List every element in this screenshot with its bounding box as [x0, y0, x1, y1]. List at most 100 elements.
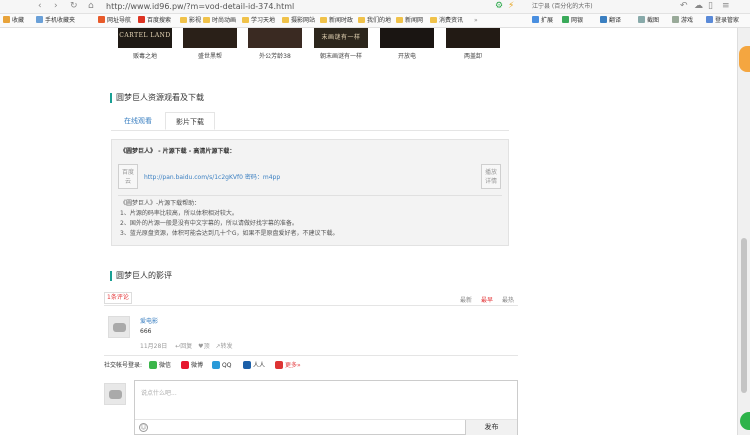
comment-bubble-icon	[109, 390, 122, 399]
comment-meta: 11月28日 ↩回复 ♥顶 ↗转发	[140, 343, 233, 350]
movie-poster[interactable]: 末画谜有一样	[314, 28, 368, 48]
folder-icon	[282, 17, 289, 23]
bookmark-item[interactable]: 百度搜索	[138, 16, 171, 26]
download-box: 《圆梦巨人》 - 片源下载 - 高清片源下载： 百度 云 http://pan.…	[111, 139, 509, 246]
post-button[interactable]: 发布	[465, 420, 517, 435]
folder-icon	[203, 17, 210, 23]
movie-poster[interactable]	[446, 28, 500, 48]
menu-icon[interactable]: ≡	[722, 1, 730, 12]
translate-button[interactable]: 翻译	[600, 16, 621, 26]
tab-download[interactable]: 影片下载	[165, 112, 215, 130]
nav-site-icon	[98, 16, 105, 23]
divider	[104, 355, 518, 356]
share-weibo[interactable]: 微博	[181, 361, 203, 371]
tab-online[interactable]: 在线观看	[111, 112, 165, 130]
game-icon	[672, 16, 679, 23]
movie-title[interactable]: 两盖卸	[433, 51, 513, 60]
extension-button[interactable]: 扩展	[532, 16, 553, 26]
movie-poster[interactable]	[248, 28, 302, 48]
comment-bubble-icon	[113, 323, 126, 332]
emoji-icon[interactable]: ☺	[139, 423, 148, 432]
phone-icon	[36, 16, 43, 23]
bookmark-folder[interactable]: 影视	[180, 16, 201, 26]
user-icon	[706, 16, 713, 23]
weibo-icon	[181, 361, 189, 369]
bookmark-folder[interactable]: 摄影网站	[282, 16, 315, 26]
movie-poster[interactable]	[380, 28, 434, 48]
help-line: 1、片源的码率比较高，所以体积相对较大。	[120, 210, 238, 217]
undo-icon[interactable]: ↶	[680, 1, 688, 12]
bookmark-folder[interactable]: 消费资讯	[430, 16, 463, 26]
address-bar[interactable]: http://www.id96.pw/?m=vod-detail-id-374.…	[106, 1, 294, 12]
repost-button[interactable]: 转发	[221, 343, 233, 350]
play-details-button[interactable]: 播放 详情	[481, 164, 501, 189]
home-icon[interactable]: ⌂	[88, 1, 94, 12]
folder-icon	[396, 17, 403, 23]
forward-icon[interactable]: ›	[54, 1, 58, 12]
bookmark-folder[interactable]: 我们的地	[358, 16, 391, 26]
movie-poster[interactable]	[183, 28, 237, 48]
help-line: 3、蓝光原盘资源，体积可能会达到几十个G，如果不是原盘爱好者，不建议下载。	[120, 230, 339, 237]
current-user-avatar	[104, 383, 126, 405]
help-line: 《圆梦巨人》-片源下载帮助：	[120, 200, 201, 207]
reload-icon[interactable]: ↻	[70, 1, 78, 12]
game-button[interactable]: 游戏	[672, 16, 693, 26]
comment-input[interactable]: 说点什么吧... ☺ 发布	[134, 380, 518, 435]
bank-button[interactable]: 网银	[562, 16, 583, 26]
sort-hottest[interactable]: 最热	[502, 295, 514, 304]
folder-icon	[320, 17, 327, 23]
sort-oldest[interactable]: 最早	[481, 295, 493, 304]
comment-count: 1条评论	[104, 292, 132, 304]
share-more[interactable]: 更多»	[275, 361, 301, 371]
movie-poster[interactable]: CARTEL LAND	[118, 28, 172, 48]
download-link[interactable]: http://pan.baidu.com/s/1c2gKVf0 密码：m4pp	[144, 172, 280, 181]
qq-icon	[212, 361, 220, 369]
reply-button[interactable]: 回复	[180, 343, 192, 350]
bank-icon	[562, 16, 569, 23]
security-icon[interactable]: ⚙	[495, 1, 503, 12]
upvote-button[interactable]: 顶	[204, 343, 210, 350]
translate-icon	[600, 16, 607, 23]
search-hint[interactable]: 江宁县 (百分化的大市)	[532, 1, 593, 12]
sort-newest[interactable]: 最新	[460, 295, 472, 304]
wechat-icon	[149, 361, 157, 369]
scrollbar-thumb[interactable]	[741, 238, 747, 393]
comment-text: 666	[140, 328, 152, 335]
side-widget[interactable]	[739, 46, 750, 72]
more-icon	[275, 361, 283, 369]
folder-icon	[430, 17, 437, 23]
bookmark-folder[interactable]: 时尚动画	[203, 16, 236, 26]
bookmark-folder[interactable]: 学习天地	[242, 16, 275, 26]
social-login-label: 社交帐号登录:	[104, 362, 143, 369]
divider	[135, 419, 517, 420]
screenshot-button[interactable]: 截图	[638, 16, 659, 26]
scissors-icon	[638, 16, 645, 23]
bookmark-folder[interactable]: 新闻时政	[320, 16, 353, 26]
bookmark-folder[interactable]: 新闻网	[396, 16, 423, 26]
section-heading: 圆梦巨人资源观看及下载	[110, 93, 204, 103]
share-qq[interactable]: QQ	[212, 361, 231, 371]
bookmark-item[interactable]: 网址导航	[98, 16, 131, 26]
star-icon	[3, 16, 10, 23]
bookmark-item[interactable]: 收藏	[3, 16, 24, 26]
share-renren[interactable]: 人人	[243, 361, 265, 371]
more-bookmarks-icon[interactable]: »	[474, 16, 478, 26]
folder-icon	[242, 17, 249, 23]
flash-icon[interactable]: ⚡	[508, 1, 514, 12]
bookmark-item[interactable]: 手机收藏夹	[36, 16, 75, 26]
cloud-icon[interactable]: ☁	[694, 1, 703, 12]
section-heading: 圆梦巨人的影评	[110, 271, 172, 281]
divider	[118, 195, 502, 196]
tab-divider	[111, 130, 509, 131]
download-title: 《圆梦巨人》 - 片源下载 - 高清片源下载：	[120, 148, 236, 155]
baidu-cloud-button[interactable]: 百度 云	[118, 164, 138, 189]
window-icon[interactable]: ▯	[708, 1, 713, 12]
share-wechat[interactable]: 微信	[149, 361, 171, 371]
divider	[104, 305, 518, 306]
folder-icon	[358, 17, 365, 23]
login-button[interactable]: 登录管家	[706, 16, 739, 26]
comment-user[interactable]: 爱电影	[140, 316, 158, 325]
bookmarks-bar: 收藏 手机收藏夹 网址导航 百度搜索 影视 时尚动画 学习天地 摄影网站 新闻时…	[0, 14, 750, 28]
help-line: 2、国外的片源一般是没有中文字幕的，所以请做好找字幕的准备。	[120, 220, 298, 227]
back-icon[interactable]: ‹	[38, 1, 42, 12]
